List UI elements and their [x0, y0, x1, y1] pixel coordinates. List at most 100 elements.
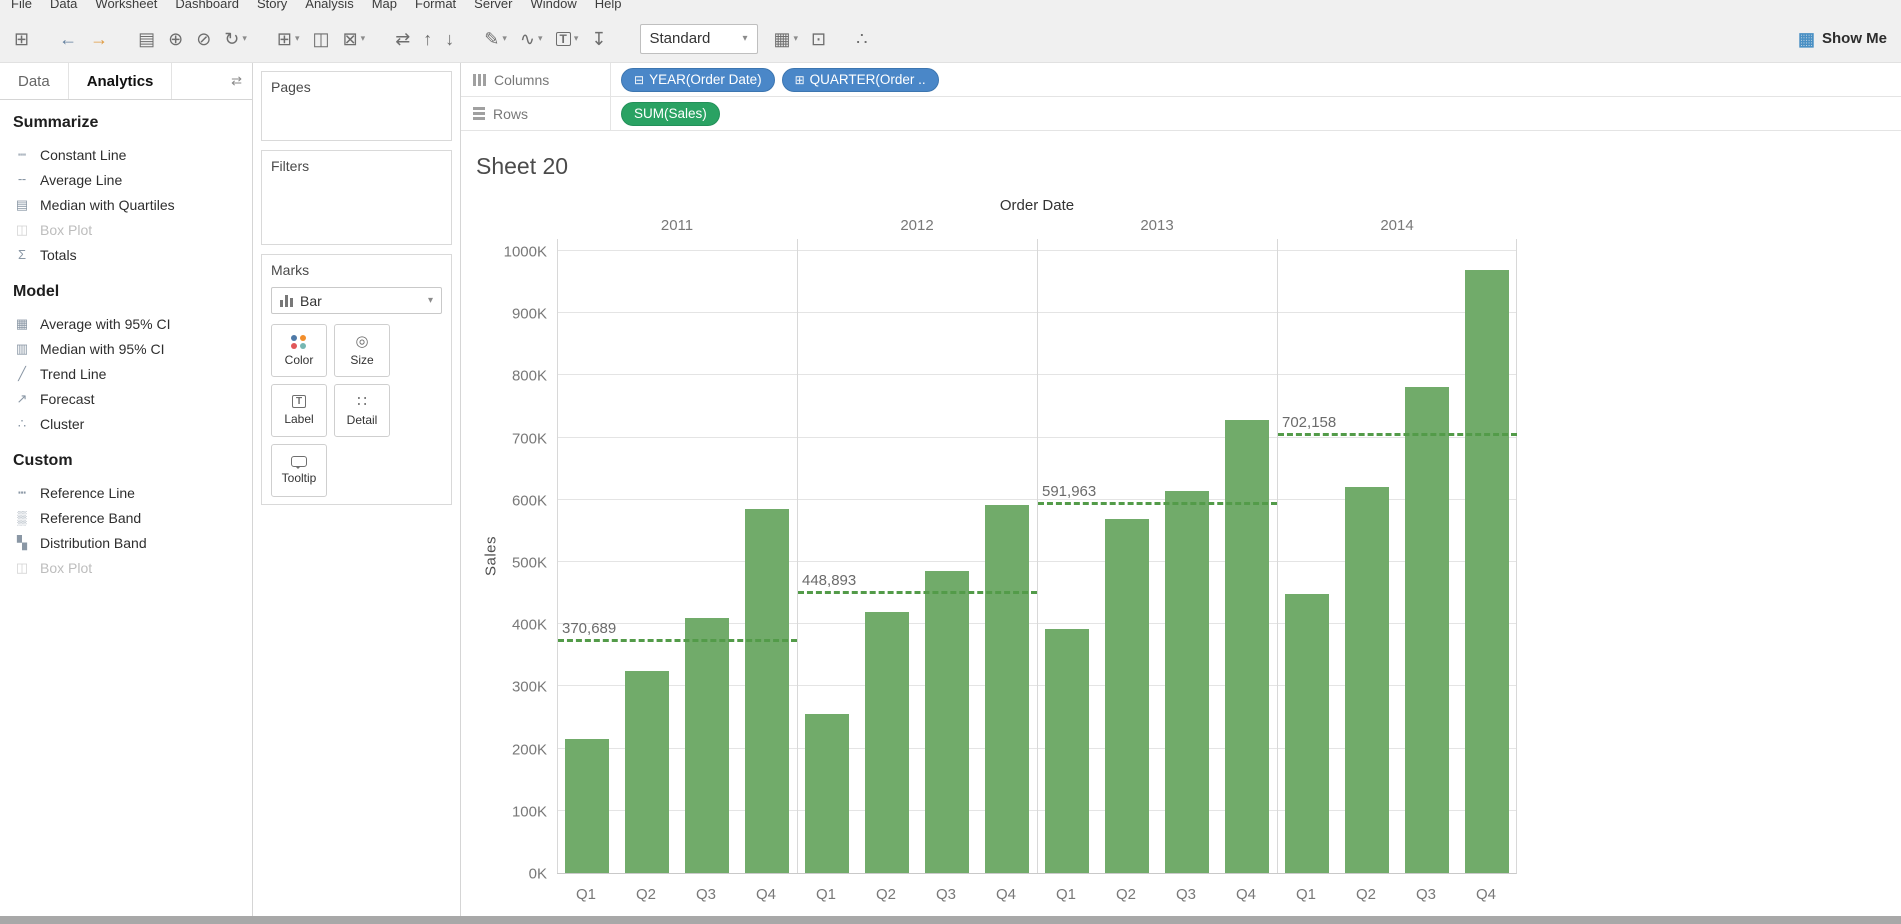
menu-item-window[interactable]: Window: [521, 0, 585, 15]
pane-options-icon[interactable]: ⇄: [221, 63, 252, 99]
fix-axes-button[interactable]: ↧: [591, 30, 606, 48]
redo-button[interactable]: →: [90, 30, 108, 48]
sort-ascending-button[interactable]: ↑: [423, 30, 432, 48]
average-reference-line-2012[interactable]: [798, 591, 1037, 594]
quarter-axis-label[interactable]: Q4: [737, 886, 795, 903]
quarter-axis-label[interactable]: Q2: [1097, 886, 1155, 903]
marks-button-size[interactable]: ◎Size: [334, 324, 390, 377]
bar-2011-q4[interactable]: [745, 509, 789, 873]
year-header-2012[interactable]: 2012: [797, 217, 1037, 235]
year-header-2014[interactable]: 2014: [1277, 217, 1517, 235]
undo-button[interactable]: ←: [59, 30, 77, 48]
expand-collapse-icon[interactable]: ⊟: [634, 73, 644, 87]
fit-selector[interactable]: Standard ▾: [640, 24, 758, 54]
quarter-axis-label[interactable]: Q1: [1277, 886, 1335, 903]
bar-2013-q1[interactable]: [1045, 629, 1089, 873]
quarter-axis-label[interactable]: Q2: [857, 886, 915, 903]
menu-item-analysis[interactable]: Analysis: [296, 0, 362, 15]
pause-auto-updates-button[interactable]: ⊘: [196, 30, 211, 48]
quarter-axis-label[interactable]: Q4: [1457, 886, 1515, 903]
chevron-down-icon[interactable]: ▾: [574, 33, 579, 44]
analytics-item-trend-line[interactable]: ╱Trend Line: [13, 361, 252, 386]
quarter-axis-label[interactable]: Q2: [617, 886, 675, 903]
analytics-item-forecast[interactable]: ↗Forecast: [13, 386, 252, 411]
quarter-axis-label[interactable]: Q3: [917, 886, 975, 903]
tab-data[interactable]: Data: [0, 63, 69, 99]
menu-item-server[interactable]: Server: [465, 0, 521, 15]
swap-rows-columns-button[interactable]: ⇄: [395, 30, 410, 48]
quarter-axis-label[interactable]: Q3: [1157, 886, 1215, 903]
menu-item-data[interactable]: Data: [41, 0, 86, 15]
year-header-2013[interactable]: 2013: [1037, 217, 1277, 235]
quarter-axis-label[interactable]: Q1: [1037, 886, 1095, 903]
tab-analytics[interactable]: Analytics: [69, 63, 173, 99]
quarter-axis-label[interactable]: Q3: [1397, 886, 1455, 903]
average-reference-line-2013[interactable]: [1038, 502, 1277, 505]
menu-item-help[interactable]: Help: [586, 0, 631, 15]
share-workbook-button[interactable]: ∴: [856, 30, 867, 48]
analytics-item-cluster[interactable]: ∴Cluster: [13, 411, 252, 436]
chevron-down-icon[interactable]: ▾: [428, 295, 433, 306]
save-button[interactable]: ▤: [138, 30, 155, 48]
analytics-item-reference-line[interactable]: ┅Reference Line: [13, 480, 252, 505]
quarter-axis-label[interactable]: Q2: [1337, 886, 1395, 903]
bar-2014-q3[interactable]: [1405, 387, 1449, 873]
rows-shelf[interactable]: Rows SUM(Sales): [461, 97, 1901, 131]
new-data-source-button[interactable]: ⊕: [168, 30, 183, 48]
quarter-axis-label[interactable]: Q1: [557, 886, 615, 903]
bar-2012-q3[interactable]: [925, 571, 969, 873]
average-reference-line-2014[interactable]: [1278, 433, 1517, 436]
bar-2011-q2[interactable]: [625, 671, 669, 873]
y-axis[interactable]: 0K100K200K300K400K500K600K700K800K900K10…: [461, 239, 547, 874]
marks-button-tooltip[interactable]: Tooltip: [271, 444, 327, 497]
chevron-down-icon[interactable]: ▾: [538, 33, 543, 44]
clear-sheet-button[interactable]: ⊠▾: [343, 30, 366, 48]
chevron-down-icon[interactable]: ▾: [502, 33, 507, 44]
menu-item-map[interactable]: Map: [363, 0, 406, 15]
bar-2014-q2[interactable]: [1345, 487, 1389, 873]
filters-shelf[interactable]: Filters: [261, 150, 452, 245]
sort-descending-button[interactable]: ↓: [445, 30, 454, 48]
menu-item-format[interactable]: Format: [406, 0, 465, 15]
bar-2014-q1[interactable]: [1285, 594, 1329, 873]
bar-2011-q1[interactable]: [565, 739, 609, 873]
quarter-axis-label[interactable]: Q4: [1217, 886, 1275, 903]
analytics-item-constant-line[interactable]: ┉Constant Line: [13, 142, 252, 167]
pill-quarter-order[interactable]: ⊞QUARTER(Order ..: [782, 68, 939, 92]
bar-2012-q1[interactable]: [805, 714, 849, 873]
menu-item-story[interactable]: Story: [248, 0, 296, 15]
bar-2012-q4[interactable]: [985, 505, 1029, 873]
show-me-button[interactable]: ▦ Show Me: [1798, 30, 1887, 48]
quarter-axis-label[interactable]: Q1: [797, 886, 855, 903]
sheet-title[interactable]: Sheet 20: [476, 153, 568, 180]
bar-2011-q3[interactable]: [685, 618, 729, 873]
chevron-down-icon[interactable]: ▾: [295, 33, 300, 44]
show-mark-labels-button[interactable]: T▾: [556, 32, 579, 46]
analytics-item-totals[interactable]: ΣTotals: [13, 242, 252, 267]
analytics-item-average-with-95-ci[interactable]: ▦Average with 95% CI: [13, 311, 252, 336]
expand-collapse-icon[interactable]: ⊞: [795, 73, 805, 87]
highlight-button[interactable]: ✎▾: [484, 30, 507, 48]
chevron-down-icon[interactable]: ▾: [242, 33, 247, 44]
show-hide-cards-button[interactable]: ▦▾: [774, 30, 799, 48]
average-reference-line-2011[interactable]: [558, 639, 797, 642]
new-worksheet-button[interactable]: ⊞▾: [277, 30, 300, 48]
menu-item-dashboard[interactable]: Dashboard: [166, 0, 248, 15]
analytics-item-median-with-quartiles[interactable]: ▤Median with Quartiles: [13, 192, 252, 217]
year-header-2011[interactable]: 2011: [557, 217, 797, 235]
pages-shelf[interactable]: Pages: [261, 71, 452, 141]
pill-year-order-date[interactable]: ⊟YEAR(Order Date): [621, 68, 775, 92]
marks-button-color[interactable]: Color: [271, 324, 327, 377]
analytics-item-distribution-band[interactable]: ▚Distribution Band: [13, 530, 252, 555]
bar-2013-q3[interactable]: [1165, 491, 1209, 873]
column-axis-title[interactable]: Order Date: [557, 197, 1517, 215]
analytics-item-average-line[interactable]: ╌Average Line: [13, 167, 252, 192]
presentation-mode-button[interactable]: ⊡: [811, 30, 826, 48]
analytics-item-median-with-95-ci[interactable]: ▥Median with 95% CI: [13, 336, 252, 361]
group-members-button[interactable]: ∿▾: [520, 30, 543, 48]
marks-button-label[interactable]: TLabel: [271, 384, 327, 437]
chevron-down-icon[interactable]: ▾: [794, 33, 799, 44]
bar-2012-q2[interactable]: [865, 612, 909, 873]
analytics-item-reference-band[interactable]: ▒Reference Band: [13, 505, 252, 530]
chevron-down-icon[interactable]: ▾: [361, 33, 366, 44]
